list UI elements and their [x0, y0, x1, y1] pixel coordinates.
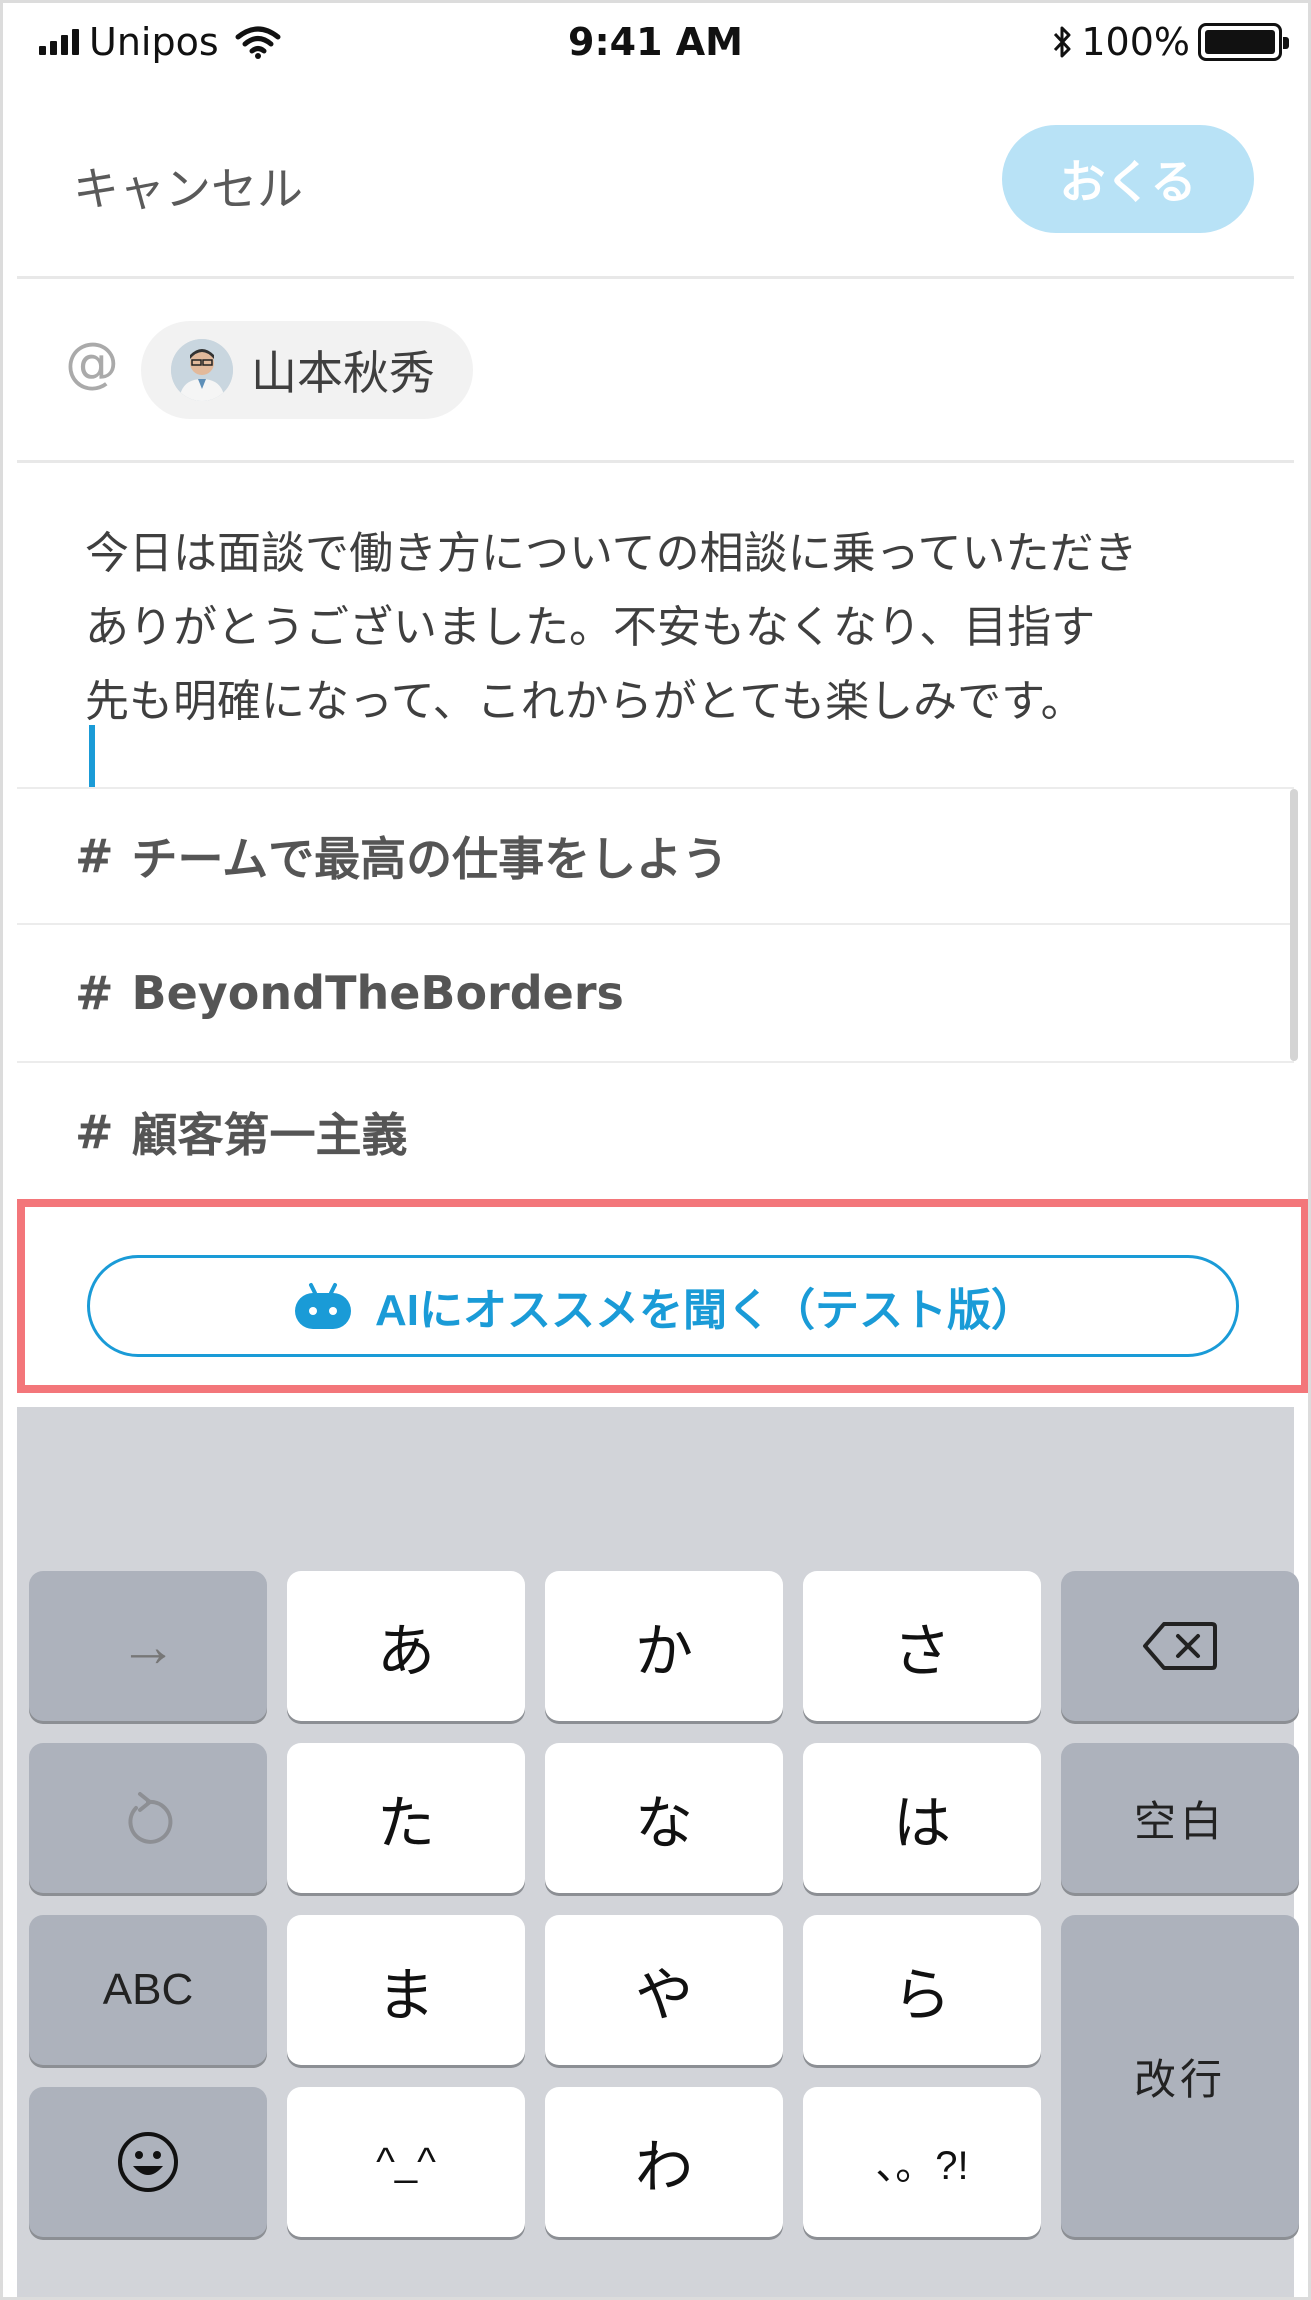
message-line: 先も明確になって、これからがとても楽しみです。	[85, 676, 1085, 727]
text-cursor	[89, 725, 95, 787]
undo-icon	[128, 1792, 173, 1844]
key-ha[interactable]: は	[803, 1743, 1041, 1893]
key-wa[interactable]: わ	[545, 2087, 783, 2237]
message-line: 今日は面談で働き方についての相談に乗っていただき	[85, 528, 1138, 579]
space-key[interactable]: 空白	[1061, 1743, 1299, 1893]
cancel-button[interactable]: キャンセル	[73, 153, 303, 219]
carrier-name: Unipos	[89, 20, 219, 64]
send-button[interactable]: おくる	[1002, 125, 1254, 233]
avatar	[171, 339, 233, 401]
emoji-key[interactable]	[29, 2087, 267, 2237]
hashtag-label: 顧客第一主義	[131, 1108, 408, 1162]
abc-key-label: ABC	[102, 1965, 194, 2014]
robot-icon	[295, 1283, 351, 1329]
status-bar: Unipos 9:41 AM 100%	[17, 3, 1294, 81]
hash-symbol: #	[75, 1105, 114, 1159]
hashtag-scrollbar[interactable]	[1290, 789, 1298, 1061]
key-a[interactable]: あ	[287, 1571, 525, 1721]
status-left: Unipos	[17, 20, 447, 64]
wifi-icon	[235, 26, 281, 59]
message-textarea[interactable]: 今日は面談で働き方についての相談に乗っていただき ありがとうございました。不安も…	[85, 517, 1248, 739]
punctuation-key[interactable]: 、。?!	[803, 2087, 1041, 2237]
key-ma[interactable]: ま	[287, 1915, 525, 2065]
hashtag-item[interactable]: # チームで最高の仕事をしよう	[17, 787, 1294, 925]
hashtag-list: # チームで最高の仕事をしよう # BeyondTheBorders # 顧客第…	[17, 787, 1294, 1201]
battery-percent: 100%	[1081, 20, 1190, 64]
key-na[interactable]: な	[545, 1743, 783, 1893]
key-ra[interactable]: ら	[803, 1915, 1041, 2065]
hash-symbol: #	[75, 829, 114, 883]
key-arrow-label: →	[119, 1613, 177, 1679]
hashtag-item[interactable]: # 顧客第一主義	[17, 1063, 1294, 1201]
key-ya[interactable]: や	[545, 1915, 783, 2065]
battery-icon	[1198, 23, 1289, 61]
emoji-icon	[118, 2132, 178, 2192]
recipient-chip[interactable]: 山本秋秀	[141, 321, 473, 419]
app-frame: Unipos 9:41 AM 100% キャンセル おくる @ 山本秋秀 今日は…	[0, 0, 1311, 2300]
hashtag-label: BeyondTheBorders	[131, 966, 624, 1020]
enter-key-label: 改行	[1133, 2055, 1226, 2103]
status-time: 9:41 AM	[568, 20, 743, 64]
japanese-keyboard: → あ か さ た な は 空白 ABC ま や ら 改行 ^_^ わ 、。?!	[17, 1407, 1299, 2297]
compose-header: キャンセル おくる	[17, 101, 1294, 279]
signal-icon	[39, 29, 79, 55]
kaomoji-key-label: ^_^	[376, 2139, 436, 2184]
ai-button-label: AIにオススメを聞く（テスト版）	[375, 1286, 1035, 1335]
abc-key[interactable]: ABC	[29, 1915, 267, 2065]
kaomoji-key[interactable]: ^_^	[287, 2087, 525, 2237]
ai-recommend-button[interactable]: AIにオススメを聞く（テスト版）	[87, 1255, 1239, 1357]
bluetooth-icon	[1054, 26, 1071, 58]
key-sa[interactable]: さ	[803, 1571, 1041, 1721]
key-ta[interactable]: た	[287, 1743, 525, 1893]
undo-key[interactable]	[29, 1743, 267, 1893]
hashtag-item[interactable]: # BeyondTheBorders	[17, 925, 1294, 1063]
space-key-label: 空白	[1133, 1797, 1226, 1845]
hash-symbol: #	[75, 966, 114, 1020]
hashtag-label: チームで最高の仕事をしよう	[131, 832, 729, 886]
recipient-name: 山本秋秀	[251, 346, 435, 400]
backspace-icon	[1143, 1622, 1217, 1670]
enter-key[interactable]: 改行	[1061, 1915, 1299, 2237]
backspace-key[interactable]	[1061, 1571, 1299, 1721]
message-line: ありがとうございました。不安もなくなり、目指す	[85, 602, 1096, 653]
key-ka[interactable]: か	[545, 1571, 783, 1721]
status-right: 100%	[864, 20, 1294, 64]
key-arrow[interactable]: →	[29, 1571, 267, 1721]
punctuation-key-label: 、。?!	[875, 2144, 969, 2188]
at-symbol: @	[65, 331, 119, 394]
recipient-row: @ 山本秋秀	[17, 281, 1294, 463]
